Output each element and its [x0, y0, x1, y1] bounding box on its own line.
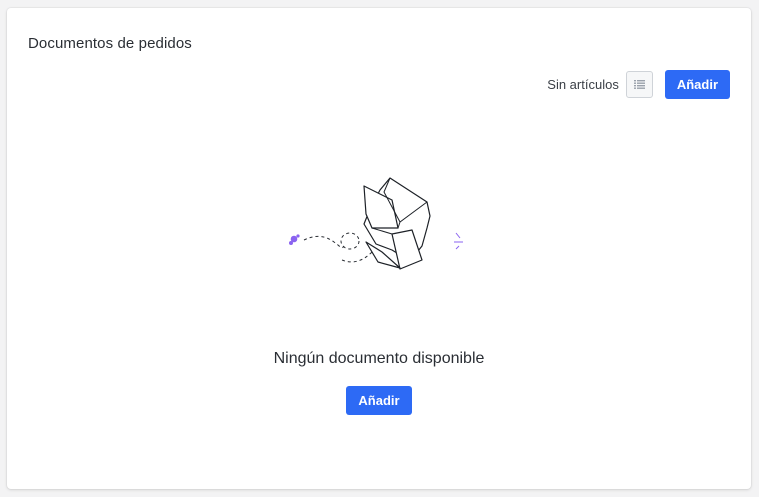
empty-state-message: Ningún documento disponible [273, 350, 485, 367]
empty-state: Ningún documento disponible Añadir [7, 176, 751, 415]
add-button[interactable]: Añadir [664, 70, 730, 99]
card-title: Documentos de pedidos [28, 35, 192, 52]
list-icon [633, 80, 645, 89]
toolbar: Sin artículos Añadir [547, 70, 730, 99]
empty-state-add-button[interactable]: Añadir [346, 386, 412, 415]
open-box-icon [289, 177, 463, 270]
items-status-label: Sin artículos [547, 77, 619, 92]
order-documents-card: Documentos de pedidos Sin artículos Añad… [7, 8, 751, 489]
list-view-button[interactable] [625, 71, 653, 98]
